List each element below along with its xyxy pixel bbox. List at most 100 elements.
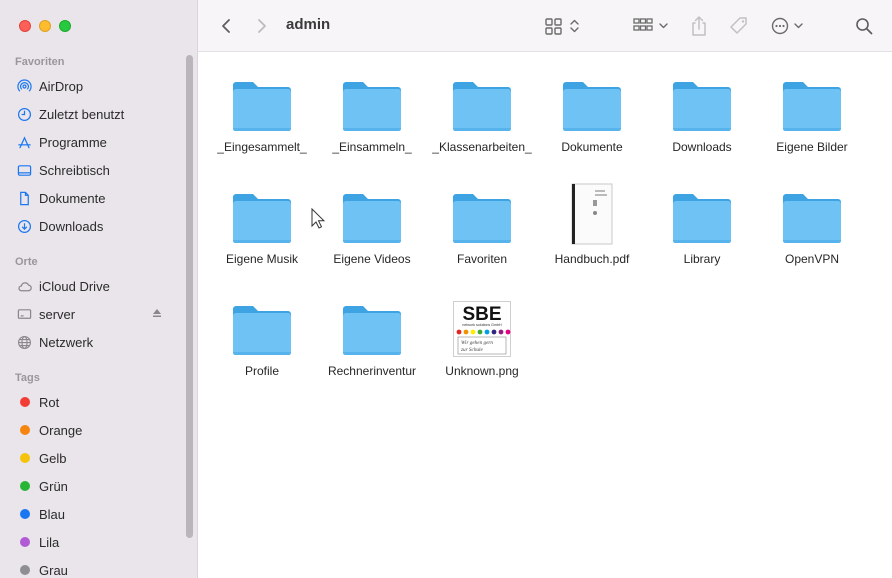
sidebar-item-downloads[interactable]: Downloads <box>17 215 167 237</box>
share-button[interactable] <box>688 14 710 38</box>
window-title: admin <box>286 16 331 33</box>
sidebar-item-label: Blau <box>39 506 66 522</box>
file-item[interactable]: Downloads <box>642 71 762 155</box>
sidebar-item-desktop[interactable]: Schreibtisch <box>17 159 167 181</box>
file-item[interactable]: Rechnerinventur <box>312 295 432 379</box>
pdf-document-icon <box>571 183 613 245</box>
file-item[interactable]: Profile <box>202 295 322 379</box>
file-item[interactable]: Eigene Bilder <box>752 71 872 155</box>
file-name: Downloads <box>672 140 732 154</box>
sidebar-header-locations: Orte <box>15 256 38 268</box>
file-name: Eigene Musik <box>225 252 299 266</box>
thumb-slogan-1: Wir gehen gern <box>461 340 493 346</box>
folder-icon <box>673 194 731 243</box>
sidebar-tag-purple[interactable]: Lila <box>17 531 167 553</box>
file-icon-wrap <box>781 71 843 133</box>
eject-icon[interactable] <box>151 307 163 319</box>
group-button[interactable] <box>632 16 672 36</box>
file-item[interactable]: Eigene Musik <box>202 183 322 267</box>
sidebar-item-server[interactable]: server <box>17 303 167 325</box>
folder-icon <box>563 82 621 131</box>
document-icon <box>17 191 32 206</box>
sidebar-tag-orange[interactable]: Orange <box>17 419 167 441</box>
folder-icon <box>233 194 291 243</box>
sidebar-item-label: Rot <box>39 394 60 410</box>
tag-button[interactable] <box>727 14 751 38</box>
ellipsis-circle-icon <box>771 17 803 35</box>
file-icon-wrap <box>231 71 293 133</box>
file-name: Handbuch.pdf <box>554 252 630 266</box>
file-item[interactable]: OpenVPN <box>752 183 872 267</box>
minimize-window-button[interactable] <box>39 20 51 32</box>
file-icon-wrap <box>561 183 623 245</box>
file-name: _Klassenarbeiten_ <box>432 140 532 154</box>
toolbar: admin <box>198 0 892 52</box>
file-icon-wrap <box>231 183 293 245</box>
sidebar-scrollbar[interactable] <box>186 55 193 538</box>
file-name: Unknown.png <box>445 364 519 378</box>
sidebar-item-documents[interactable]: Dokumente <box>17 187 167 209</box>
more-actions-button[interactable] <box>770 16 806 36</box>
clock-icon <box>17 107 32 122</box>
finder-window: Favoriten AirDrop Zuletzt benutzt Progra… <box>0 0 892 578</box>
maximize-window-button[interactable] <box>59 20 71 32</box>
sidebar-tag-green[interactable]: Grün <box>17 475 167 497</box>
file-item[interactable]: Eigene Videos <box>312 183 432 267</box>
sidebar-item-label: Dokumente <box>39 190 106 206</box>
file-item[interactable]: _Klassenarbeiten_ <box>422 71 542 155</box>
sidebar-item-label: Grün <box>39 478 68 494</box>
sidebar-item-label: server <box>39 306 76 322</box>
folder-icon <box>343 306 401 355</box>
folder-icon <box>673 82 731 131</box>
file-item[interactable]: _Eingesammelt_ <box>202 71 322 155</box>
sidebar-item-recents[interactable]: Zuletzt benutzt <box>17 103 167 125</box>
share-icon <box>692 16 706 36</box>
close-window-button[interactable] <box>19 20 31 32</box>
tag-dot <box>20 565 30 575</box>
cloud-icon <box>17 279 32 294</box>
tag-dot <box>20 509 30 519</box>
file-name: Profile <box>244 364 279 378</box>
file-item[interactable]: Handbuch.pdf <box>532 183 652 267</box>
file-item[interactable]: SBE network solutions GmbH Wir gehen gern z… <box>422 295 542 379</box>
sidebar-tag-yellow[interactable]: Gelb <box>17 447 167 469</box>
view-mode-button[interactable] <box>544 16 584 36</box>
search-button[interactable] <box>854 16 874 36</box>
sidebar-item-applications[interactable]: Programme <box>17 131 167 153</box>
tag-icon <box>730 17 747 34</box>
folder-icon <box>343 82 401 131</box>
icon-grid-icon <box>545 18 579 35</box>
sidebar-item-label: Orange <box>39 422 83 438</box>
file-item[interactable]: Dokumente <box>532 71 652 155</box>
sidebar-item-label: Grau <box>39 562 68 578</box>
sidebar-item-label: Zuletzt benutzt <box>39 106 125 122</box>
back-button[interactable] <box>218 16 234 36</box>
file-name: _Einsammeln_ <box>332 140 412 154</box>
folder-icon <box>343 194 401 243</box>
sidebar-item-label: Gelb <box>39 450 67 466</box>
file-icon-wrap <box>781 183 843 245</box>
tag-dot <box>20 481 30 491</box>
file-item[interactable]: _Einsammeln_ <box>312 71 432 155</box>
chevron-right-icon <box>258 19 266 33</box>
sidebar-tag-red[interactable]: Rot <box>17 391 167 413</box>
file-icon-wrap: SBE network solutions GmbH Wir gehen gern z… <box>451 295 513 357</box>
sidebar-item-network[interactable]: Netzwerk <box>17 331 167 353</box>
window-controls <box>19 20 71 32</box>
airdrop-icon <box>17 79 32 94</box>
sidebar-item-airdrop[interactable]: AirDrop <box>17 75 167 97</box>
sidebar-tag-blue[interactable]: Blau <box>17 503 167 525</box>
file-icon-wrap <box>341 71 403 133</box>
sidebar-item-icloud[interactable]: iCloud Drive <box>17 275 167 297</box>
file-item[interactable]: Favoriten <box>422 183 542 267</box>
tag-dot <box>20 537 30 547</box>
file-item[interactable]: Library <box>642 183 762 267</box>
thumb-tagline: network solutions GmbH <box>462 323 502 327</box>
sidebar-item-label: iCloud Drive <box>39 278 110 294</box>
forward-button[interactable] <box>254 16 270 36</box>
tag-dot <box>20 453 30 463</box>
file-grid: _Eingesammelt_ _Einsammeln_ _Klassenarbeit… <box>198 52 892 578</box>
file-name: Dokumente <box>561 140 623 154</box>
sidebar-tag-gray[interactable]: Grau <box>17 559 167 578</box>
chevron-left-icon <box>222 19 230 33</box>
